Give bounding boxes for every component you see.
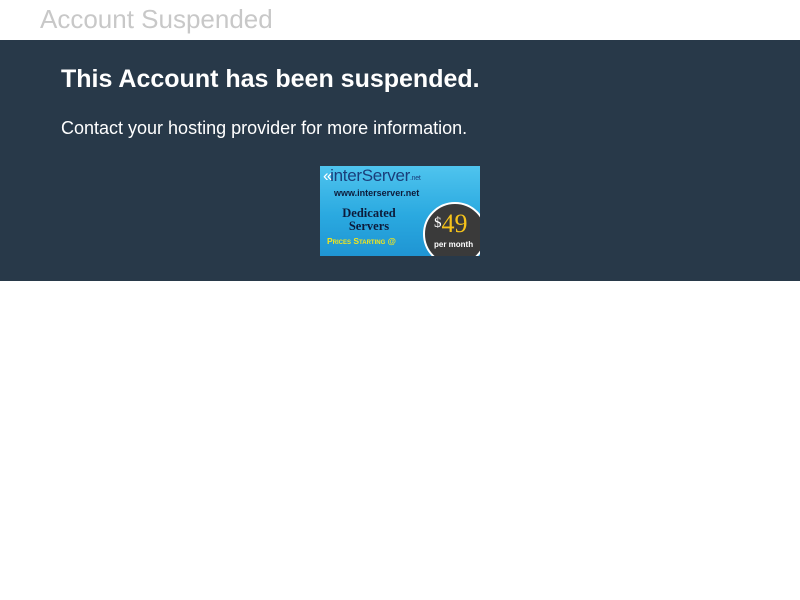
interserver-logo-tld: .net	[410, 175, 421, 182]
suspension-heading: This Account has been suspended.	[61, 65, 480, 93]
interserver-ad-banner[interactable]: «interServer.net www.interserver.net Ded…	[320, 166, 480, 256]
ad-currency: $	[434, 215, 442, 231]
page-title: Account Suspended	[40, 4, 273, 34]
interserver-logo-text: interServer	[330, 166, 410, 185]
ad-product: Dedicated Servers	[334, 207, 404, 233]
ad-period: per month	[434, 240, 474, 249]
interserver-logo: «interServer.net	[323, 166, 421, 186]
ad-product-line2: Servers	[348, 219, 390, 233]
ad-price: $49	[434, 210, 468, 238]
suspension-message: Contact your hosting provider for more i…	[61, 118, 468, 138]
ad-price-value: 49	[441, 209, 468, 238]
ad-prices-starting: Prices Starting @	[327, 236, 396, 246]
ad-url: www.interserver.net	[334, 188, 420, 198]
suspension-banner: This Account has been suspended. Contact…	[0, 40, 800, 281]
